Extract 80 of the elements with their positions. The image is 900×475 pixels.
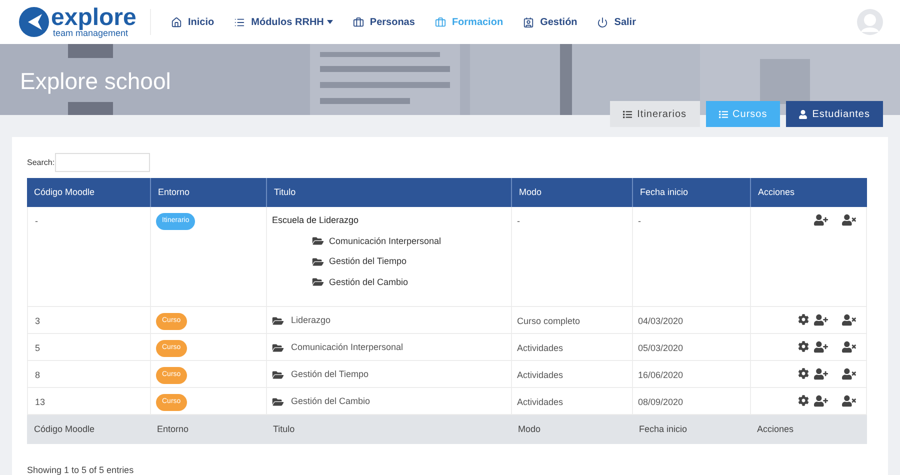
column-header[interactable]: Código Moodle	[27, 178, 150, 207]
table-cell: Actividades	[517, 343, 564, 353]
nav-link[interactable]: Módulos RRHH	[234, 14, 333, 30]
user-remove-icon[interactable]	[842, 395, 856, 407]
table-cell: Actividades	[517, 370, 564, 380]
course-title[interactable]: Liderazgo	[291, 314, 331, 328]
user-add-icon[interactable]	[814, 341, 828, 353]
course-title[interactable]: Gestión del Tiempo	[329, 255, 407, 268]
nav-link[interactable]: Inicio	[171, 14, 214, 30]
nav-link[interactable]: Personas	[352, 14, 415, 30]
column-header[interactable]: Entorno	[150, 178, 266, 207]
column-footer: Código Moodle	[27, 415, 150, 444]
id-card-icon	[523, 16, 534, 28]
logo-icon	[18, 6, 50, 38]
folder-icon	[272, 370, 284, 380]
user-icon	[799, 110, 808, 118]
folder-icon	[312, 256, 324, 267]
table-cell: 5	[35, 343, 40, 353]
user-add-icon[interactable]	[814, 314, 828, 326]
briefcase-icon	[434, 16, 446, 28]
view-button[interactable]: Estudiantes	[786, 101, 883, 127]
table-cell: 16/06/2020	[638, 370, 684, 380]
settings-icon[interactable]	[798, 395, 809, 406]
folder-icon	[272, 316, 284, 326]
course-title[interactable]: Comunicación Interpersonal	[329, 234, 442, 248]
course-title[interactable]: Escuela de Liderazgo	[272, 214, 359, 228]
column-header[interactable]: Titulo	[266, 178, 511, 207]
course-title[interactable]: Gestión del Cambio	[291, 395, 370, 408]
table-cell: 04/03/2020	[638, 316, 684, 326]
home-icon	[171, 16, 182, 28]
table-cell: -	[638, 216, 641, 226]
page-title: Explore school	[20, 67, 171, 96]
table-cell: 3	[35, 316, 40, 326]
course-title[interactable]: Comunicación Interpersonal	[291, 341, 404, 354]
list-icon	[718, 110, 728, 118]
folder-icon	[272, 396, 284, 407]
column-header[interactable]: Fecha inicio	[632, 178, 750, 207]
user-add-icon[interactable]	[814, 395, 828, 407]
search-label: Search:	[27, 156, 55, 168]
nav-link[interactable]: Gestión	[523, 14, 578, 30]
power-icon	[597, 16, 608, 28]
column-footer: Fecha inicio	[632, 415, 750, 444]
settings-icon[interactable]	[798, 341, 809, 352]
column-header[interactable]: Acciones	[750, 178, 867, 207]
caret-icon	[326, 20, 333, 24]
folder-icon	[312, 277, 324, 288]
search-field[interactable]	[54, 153, 150, 172]
list-icon	[623, 110, 632, 118]
folder-icon	[272, 342, 284, 353]
user-add-icon[interactable]	[814, 368, 828, 380]
settings-icon[interactable]	[798, 368, 809, 379]
course-title[interactable]: Gestión del Cambio	[329, 276, 408, 289]
column-footer: Modo	[511, 415, 632, 444]
table-cell: 13	[35, 397, 46, 407]
column-footer: Titulo	[266, 415, 511, 444]
column-header[interactable]: Modo	[511, 178, 632, 207]
user-add-icon[interactable]	[814, 214, 828, 226]
list-icon	[234, 16, 246, 28]
column-footer: Acciones	[750, 415, 867, 444]
settings-icon[interactable]	[798, 314, 809, 325]
column-footer: Entorno	[150, 415, 266, 444]
user-remove-icon[interactable]	[842, 368, 856, 380]
user-remove-icon[interactable]	[842, 314, 856, 326]
user-remove-icon[interactable]	[842, 214, 856, 226]
table-cell: 05/03/2020	[638, 343, 684, 353]
table-cell: -	[517, 216, 520, 226]
view-button[interactable]: Itinerarios	[610, 101, 700, 127]
user-remove-icon[interactable]	[842, 341, 856, 353]
table-info: Showing 1 to 5 of 5 entries	[27, 465, 134, 475]
folder-icon	[312, 236, 324, 246]
table-cell: Curso completo	[517, 316, 580, 326]
nav-link[interactable]: Salir	[597, 14, 636, 30]
course-title[interactable]: Gestión del Tiempo	[291, 368, 369, 382]
table-cell: 08/09/2020	[638, 397, 684, 407]
brand-name: explore	[51, 6, 136, 28]
briefcase-icon	[352, 16, 364, 28]
table-cell: Actividades	[517, 397, 564, 407]
table-cell: -	[35, 216, 38, 226]
table-cell: 8	[35, 370, 40, 380]
brand-tagline: team management	[53, 28, 128, 38]
